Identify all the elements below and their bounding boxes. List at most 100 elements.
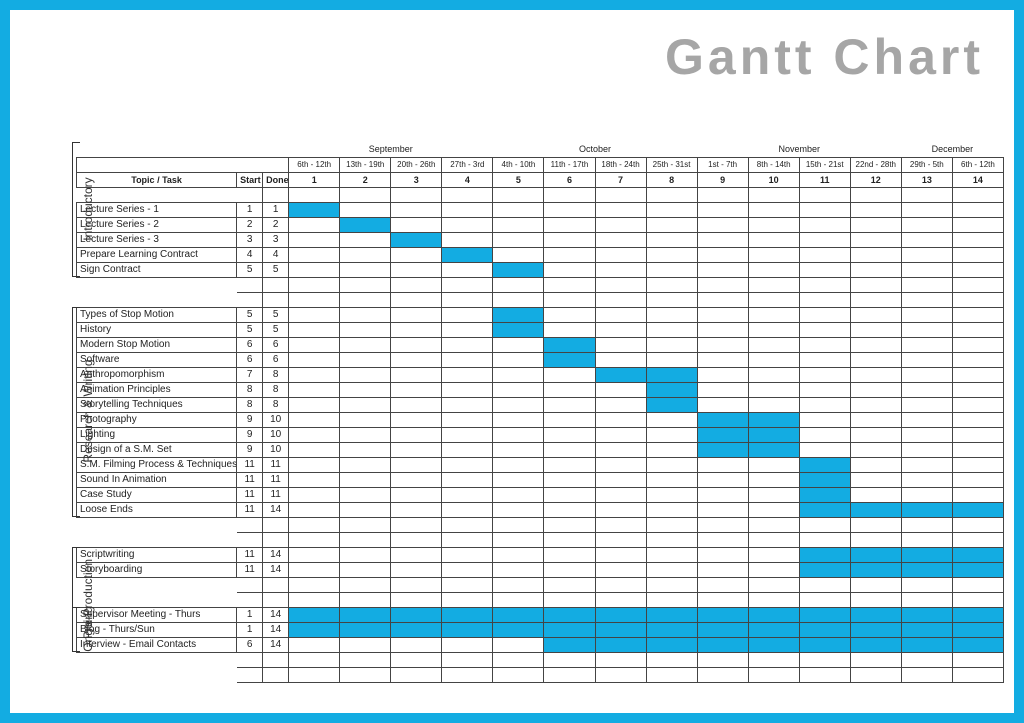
gantt-cell <box>646 337 697 352</box>
gantt-cell <box>697 307 748 322</box>
gantt-cell <box>901 397 952 412</box>
gantt-cell <box>799 382 850 397</box>
task-label: Anthropomorphism <box>77 367 237 382</box>
task-start: 2 <box>237 217 263 232</box>
week-header: 1 <box>289 172 340 187</box>
task-done: 8 <box>263 367 289 382</box>
task-done: 6 <box>263 337 289 352</box>
col-header-start: Start <box>237 172 263 187</box>
gantt-cell <box>901 307 952 322</box>
gantt-cell <box>748 637 799 652</box>
gantt-cell <box>697 322 748 337</box>
task-start: 4 <box>237 247 263 262</box>
task-label: Loose Ends <box>77 502 237 517</box>
gantt-cell <box>850 412 901 427</box>
gantt-cell <box>289 547 340 562</box>
gantt-cell <box>289 382 340 397</box>
gantt-cell <box>340 337 391 352</box>
task-label: Case Study <box>77 487 237 502</box>
gantt-cell <box>289 442 340 457</box>
gantt-cell <box>901 322 952 337</box>
gantt-cell <box>391 637 442 652</box>
gantt-cell <box>850 202 901 217</box>
gantt-cell <box>442 637 493 652</box>
gantt-cell <box>340 427 391 442</box>
gantt-cell <box>391 202 442 217</box>
gantt-cell <box>799 487 850 502</box>
gantt-cell <box>340 622 391 637</box>
task-label: Types of Stop Motion <box>77 307 237 322</box>
gantt-cell <box>289 367 340 382</box>
gantt-cell <box>850 637 901 652</box>
task-label: Scriptwriting <box>77 547 237 562</box>
task-label: Supervisor Meeting - Thurs <box>77 607 237 622</box>
gantt-cell <box>748 412 799 427</box>
gantt-cell <box>697 562 748 577</box>
gantt-cell <box>697 547 748 562</box>
date-range-header: 6th - 12th <box>289 157 340 172</box>
gantt-cell <box>391 547 442 562</box>
gantt-cell <box>391 412 442 427</box>
week-header: 13 <box>901 172 952 187</box>
date-range-header: 15th - 21st <box>799 157 850 172</box>
gantt-cell <box>340 607 391 622</box>
gantt-cell <box>850 217 901 232</box>
gantt-cell <box>901 502 952 517</box>
gantt-cell <box>493 217 544 232</box>
gantt-cell <box>901 382 952 397</box>
task-label: Prepare Learning Contract <box>77 247 237 262</box>
col-header-done: Done <box>263 172 289 187</box>
gantt-cell <box>493 457 544 472</box>
gantt-cell <box>493 562 544 577</box>
date-range-header: 8th - 14th <box>748 157 799 172</box>
gantt-cell <box>442 427 493 442</box>
gantt-cell <box>442 412 493 427</box>
gantt-cell <box>748 352 799 367</box>
gantt-cell <box>340 247 391 262</box>
gantt-cell <box>748 487 799 502</box>
gantt-cell <box>391 622 442 637</box>
gantt-cell <box>646 427 697 442</box>
gantt-cell <box>901 352 952 367</box>
gantt-cell <box>442 622 493 637</box>
gantt-cell <box>340 367 391 382</box>
gantt-cell <box>901 622 952 637</box>
gantt-cell <box>850 427 901 442</box>
gantt-cell <box>901 547 952 562</box>
gantt-cell <box>544 427 595 442</box>
gantt-cell <box>748 622 799 637</box>
gantt-cell <box>901 412 952 427</box>
task-label: Blog - Thurs/Sun <box>77 622 237 637</box>
gantt-cell <box>748 442 799 457</box>
gantt-cell <box>697 607 748 622</box>
gantt-cell <box>340 262 391 277</box>
gantt-cell <box>340 322 391 337</box>
gantt-cell <box>289 322 340 337</box>
gantt-cell <box>901 457 952 472</box>
gantt-cell <box>952 307 1003 322</box>
gantt-cell <box>544 397 595 412</box>
gantt-cell <box>391 427 442 442</box>
gantt-cell <box>748 217 799 232</box>
task-start: 5 <box>237 322 263 337</box>
gantt-cell <box>289 427 340 442</box>
gantt-cell <box>748 232 799 247</box>
gantt-cell <box>289 262 340 277</box>
gantt-cell <box>340 232 391 247</box>
task-start: 1 <box>237 622 263 637</box>
gantt-cell <box>340 487 391 502</box>
gantt-cell <box>799 562 850 577</box>
month-header: October <box>493 142 697 157</box>
task-done: 8 <box>263 397 289 412</box>
gantt-cell <box>799 322 850 337</box>
gantt-cell <box>850 607 901 622</box>
gantt-cell <box>697 367 748 382</box>
gantt-cell <box>697 397 748 412</box>
gantt-cell <box>901 232 952 247</box>
gantt-cell <box>901 607 952 622</box>
gantt-cell <box>646 262 697 277</box>
task-start: 11 <box>237 487 263 502</box>
task-start: 7 <box>237 367 263 382</box>
month-header: December <box>901 142 1003 157</box>
gantt-cell <box>952 352 1003 367</box>
